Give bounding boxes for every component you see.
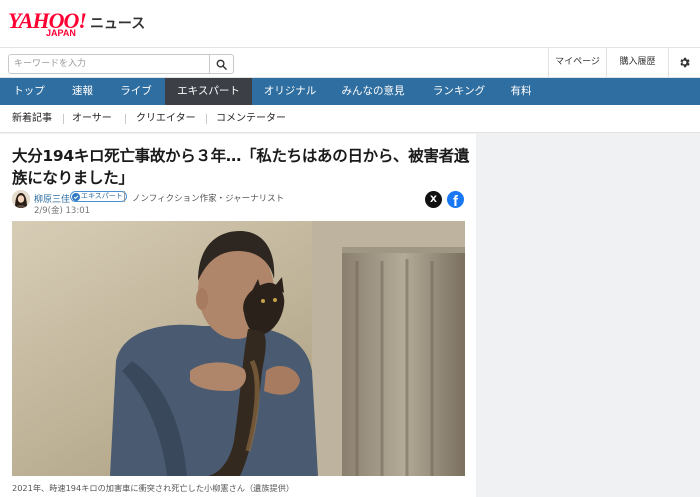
nav-tab-live[interactable]: ライブ [107,78,165,105]
search-box [8,54,234,74]
publish-date: 2/9(金) 13:01 [34,206,91,216]
subnav-new-articles[interactable]: 新着記事 [12,105,52,133]
meta-divider [124,191,125,202]
subnav-creators[interactable]: クリエイター [136,105,196,133]
article-card: 大分194キロ死亡事故から３年…「私たちはあの日から、被害者遺族になりました」 … [0,134,476,497]
photo-caption: 2021年、時速194キロの加害車に衝突され死亡した小柳憲さん（遺族提供） [12,483,295,493]
subnav-divider [125,114,126,124]
expert-badge-label: エキスパート [81,192,123,200]
nav-tab-expert[interactable]: エキスパート [165,78,252,105]
settings-button[interactable] [668,48,700,77]
subnav-authors[interactable]: オーサー [72,105,112,133]
search-input[interactable] [9,55,209,73]
nav-tab-original[interactable]: オリジナル [252,78,328,105]
nav-tab-breaking[interactable]: 速報 [58,78,107,105]
x-icon: X [430,194,437,205]
author-title: ノンフィクション作家・ジャーナリスト [132,194,285,204]
nav-tab-top[interactable]: トップ [0,78,58,105]
article-main-photo[interactable] [12,221,465,476]
sub-nav: 新着記事 オーサー クリエイター コメンテーター [0,105,700,133]
nav-tab-opinions[interactable]: みんなの意見 [328,78,418,105]
logo-japan: JAPAN [46,28,76,38]
logo-service-name: ニュース [89,16,146,32]
site-header: YAHOO! JAPAN ニュース [0,0,700,47]
photo-man-holding-cat [12,221,465,476]
share-facebook-button[interactable]: f [447,191,464,208]
author-avatar[interactable] [12,190,30,208]
share-x-button[interactable]: X [425,191,442,208]
subnav-divider [63,114,64,124]
right-sidebar [480,134,700,497]
expert-badge: エキスパート [70,191,127,202]
search-icon [216,59,227,70]
subnav-divider [206,114,207,124]
subnav-commentators[interactable]: コメンテーター [216,105,286,133]
gear-icon [680,57,690,68]
search-bar: マイページ 購入履歴 [0,47,700,78]
purchase-history-link[interactable]: 購入履歴 [606,48,668,77]
main-nav: トップ 速報 ライブ エキスパート オリジナル みんなの意見 ランキング 有料 [0,78,700,105]
author-portrait-icon [12,190,30,208]
article-headline: 大分194キロ死亡事故から３年…「私たちはあの日から、被害者遺族になりました」 [12,147,470,187]
search-button[interactable] [209,55,233,73]
mypage-link[interactable]: マイページ [548,48,606,77]
nav-tab-ranking[interactable]: ランキング [418,78,500,105]
nav-tab-paid[interactable]: 有料 [500,78,542,105]
facebook-icon: f [453,193,458,208]
verified-check-icon [72,192,80,201]
yahoo-news-logo[interactable]: YAHOO! JAPAN ニュース [8,10,146,39]
